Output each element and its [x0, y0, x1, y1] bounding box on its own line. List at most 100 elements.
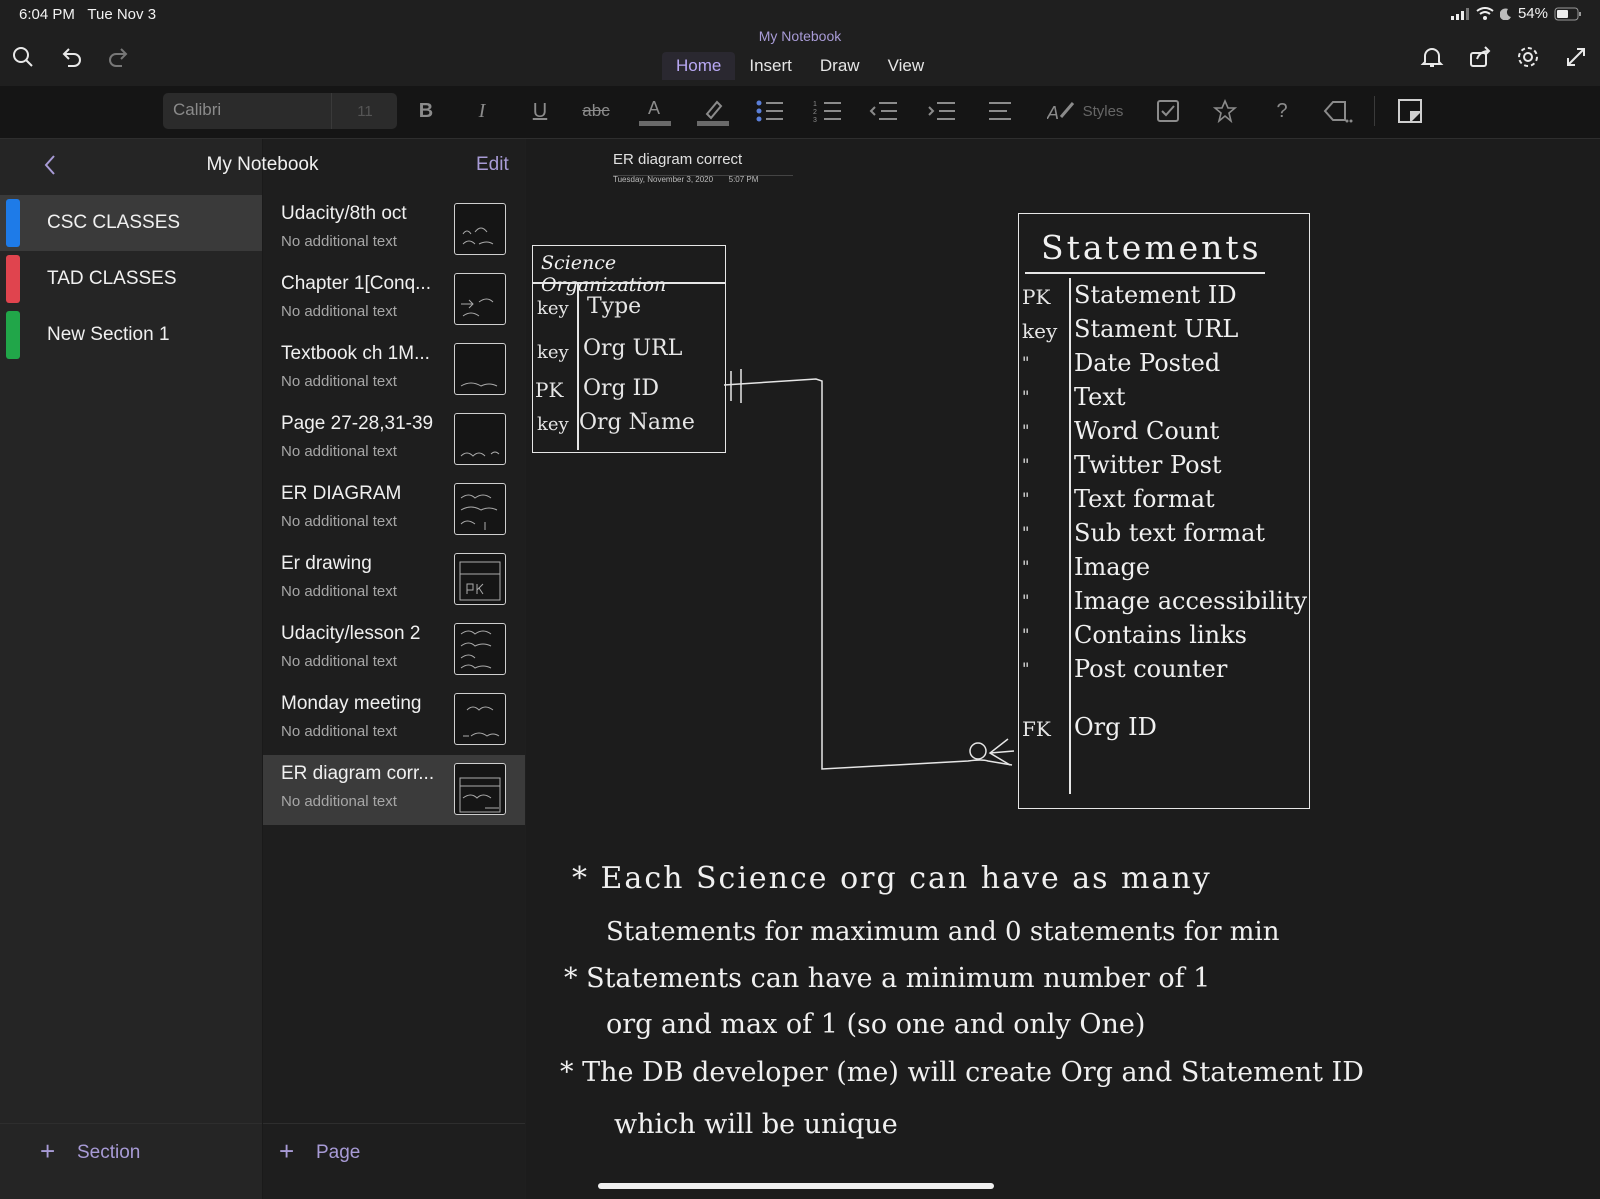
section-label: TAD CLASSES: [47, 268, 177, 289]
section-label: CSC CLASSES: [47, 212, 181, 233]
question-tag-button[interactable]: ?: [1264, 94, 1300, 128]
attr-key: ": [1022, 421, 1030, 440]
styles-brush-icon: A: [1047, 102, 1074, 123]
tab-insert[interactable]: Insert: [735, 52, 806, 80]
status-time: 6:04 PM Tue Nov 3: [19, 6, 157, 23]
page-item[interactable]: Udacity/lesson 2 No additional text: [263, 615, 525, 685]
page-item[interactable]: Textbook ch 1M... No additional text: [263, 335, 525, 405]
attr-key: FK: [1022, 717, 1051, 741]
strikethrough-button[interactable]: abc: [578, 94, 614, 128]
numbering-button[interactable]: 123: [810, 94, 846, 128]
strikethrough-icon: abc: [582, 101, 610, 120]
bold-button[interactable]: B: [408, 94, 444, 128]
entity-title: Statements: [1041, 228, 1262, 267]
home-indicator: [598, 1183, 994, 1189]
attr-key: PK: [1022, 285, 1051, 309]
svg-text:3: 3: [813, 117, 817, 123]
panel-title: My Notebook: [206, 154, 319, 175]
bullets-button[interactable]: [752, 94, 788, 128]
page-thumbnail: [454, 553, 506, 605]
page-title: ER diagram corr...: [281, 763, 435, 784]
page-item[interactable]: Er drawing No additional text: [263, 545, 525, 615]
add-section-label: Section: [77, 1142, 141, 1163]
underline-icon: U: [532, 99, 548, 122]
italic-button[interactable]: I: [464, 94, 500, 128]
add-section-button[interactable]: + Section: [0, 1123, 262, 1180]
outdent-icon: [869, 102, 897, 120]
page-item[interactable]: Chapter 1[Conq... No additional text: [263, 265, 525, 335]
cellular-signal-icon: [1450, 7, 1469, 20]
section-color-tab: [6, 311, 20, 359]
attr-key: ": [1022, 523, 1030, 542]
bell-icon: [1420, 48, 1444, 67]
add-page-button[interactable]: + Page: [263, 1123, 525, 1180]
decrease-indent-button[interactable]: [866, 94, 902, 128]
page-title: Udacity/lesson 2: [281, 623, 421, 644]
underline-button[interactable]: U: [522, 94, 558, 128]
edit-button[interactable]: Edit: [476, 154, 509, 176]
styles-button[interactable]: A Styles: [1040, 94, 1130, 128]
share-icon: [1470, 46, 1491, 67]
font-picker[interactable]: Calibri 11: [163, 93, 397, 129]
font-size[interactable]: 11: [331, 93, 398, 129]
tab-view[interactable]: View: [874, 52, 939, 80]
star-icon: [1213, 99, 1237, 123]
page-item-selected[interactable]: ER diagram corr... No additional text: [263, 755, 525, 825]
page-item[interactable]: ER DIAGRAM No additional text: [263, 475, 525, 545]
undo-button[interactable]: [54, 40, 88, 74]
tag-icon: [1323, 101, 1353, 123]
note-line: Statements for maximum and 0 statements …: [606, 917, 1280, 947]
search-button[interactable]: [6, 40, 40, 74]
attr-key: ": [1022, 557, 1030, 576]
section-tad-classes[interactable]: TAD CLASSES: [0, 251, 262, 307]
note-line: * The DB developer (me) will create Org …: [560, 1057, 1364, 1088]
redo-icon: [109, 48, 128, 67]
settings-button[interactable]: [1511, 40, 1545, 74]
section-new-section-1[interactable]: New Section 1: [0, 307, 262, 363]
font-color-button[interactable]: A: [636, 94, 672, 128]
page-thumbnail: [454, 413, 506, 465]
plus-icon: +: [40, 1136, 56, 1166]
battery-percent: 54%: [1517, 5, 1548, 22]
notifications-button[interactable]: [1415, 40, 1449, 74]
section-csc-classes[interactable]: CSC CLASSES: [0, 195, 262, 251]
attr-key: key: [1022, 319, 1058, 343]
indent-icon: [928, 102, 955, 120]
fullscreen-button[interactable]: [1559, 40, 1593, 74]
svg-text:2: 2: [813, 109, 817, 116]
page-item[interactable]: Udacity/8th oct No additional text: [263, 195, 525, 265]
status-bar: 6:04 PM Tue Nov 3 54%: [0, 0, 1600, 28]
more-tags-button[interactable]: [1320, 94, 1356, 128]
status-right: 54%: [1450, 5, 1582, 22]
increase-indent-button[interactable]: [924, 94, 960, 128]
attr-name: Twitter Post: [1074, 451, 1222, 479]
tab-draw[interactable]: Draw: [806, 52, 874, 80]
ribbon-tabs: Home Insert Draw View: [662, 52, 938, 80]
align-left-icon: [989, 102, 1011, 120]
page-title: Monday meeting: [281, 693, 422, 714]
attr-name: Post counter: [1074, 655, 1228, 683]
highlight-button[interactable]: [694, 94, 730, 128]
page-title: Udacity/8th oct: [281, 203, 407, 224]
question-mark-icon: ?: [1276, 99, 1288, 122]
redo-button[interactable]: [102, 40, 136, 74]
svg-text:A: A: [1047, 103, 1059, 123]
todo-tag-button[interactable]: [1150, 94, 1186, 128]
ribbon-divider: [1374, 96, 1375, 126]
note-canvas[interactable]: ER diagram correct Tuesday, November 3, …: [526, 139, 1600, 1199]
important-tag-button[interactable]: [1207, 94, 1243, 128]
font-name: Calibri: [173, 100, 222, 119]
page-thumbnail: [454, 203, 506, 255]
section-color-tab: [6, 255, 20, 303]
page-item[interactable]: Monday meeting No additional text: [263, 685, 525, 755]
page-item[interactable]: Page 27-28,31-39 No additional text: [263, 405, 525, 475]
page-title: Chapter 1[Conq...: [281, 273, 431, 294]
align-button[interactable]: [982, 94, 1018, 128]
attr-name: Stament URL: [1074, 315, 1239, 343]
tab-home[interactable]: Home: [662, 52, 736, 80]
battery-icon: [1554, 7, 1581, 20]
bold-icon: B: [418, 99, 434, 122]
share-button[interactable]: [1463, 40, 1497, 74]
page-thumbnail: [454, 763, 506, 815]
page-view-button[interactable]: [1392, 94, 1428, 128]
